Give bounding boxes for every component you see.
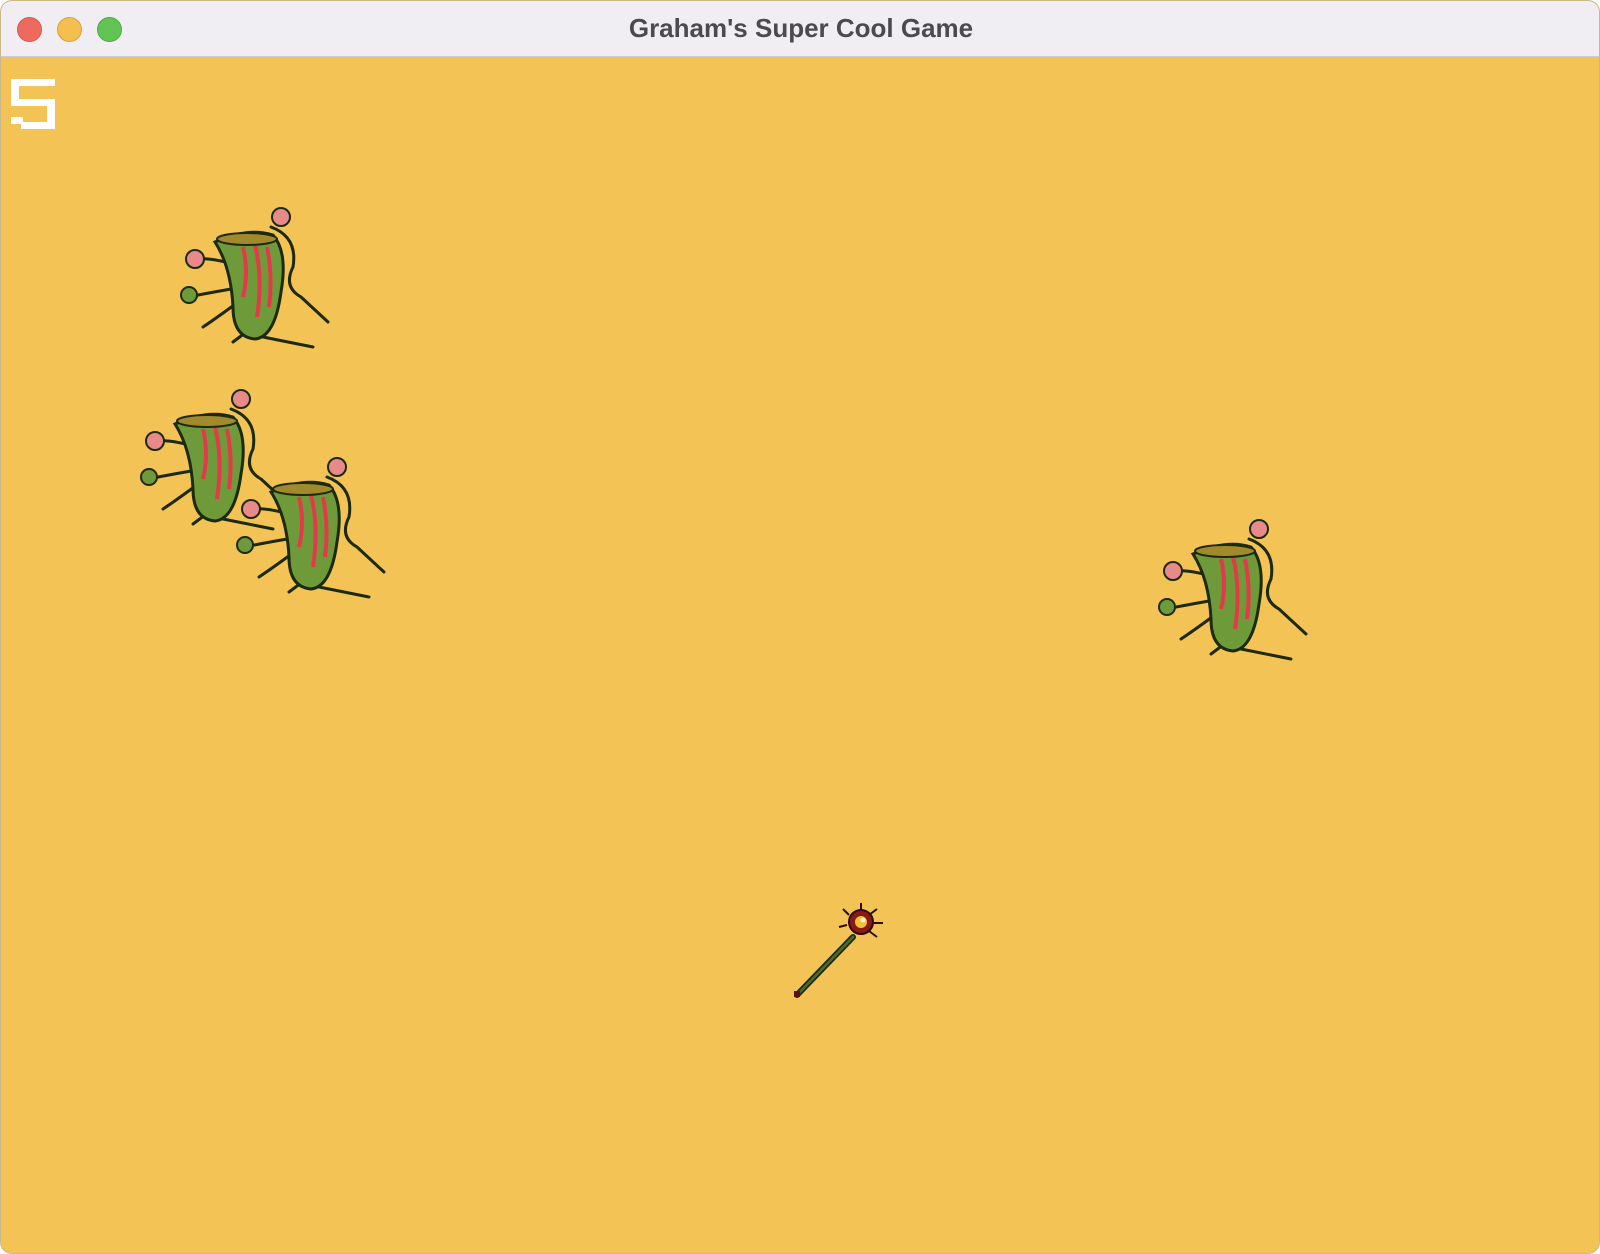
plant-monster-sprite [180,207,330,349]
plant-monster-sprite [1158,519,1308,661]
score-display: 5 [11,79,55,131]
game-window: Graham's Super Cool Game 5 [0,0,1600,1254]
title-bar: Graham's Super Cool Game [1,1,1599,57]
plant-monster-sprite [236,457,386,599]
game-playfield[interactable]: 5 [1,57,1599,1253]
magic-staff-sprite [794,903,883,998]
score-digit-icon [11,79,55,129]
window-title: Graham's Super Cool Game [628,13,974,43]
